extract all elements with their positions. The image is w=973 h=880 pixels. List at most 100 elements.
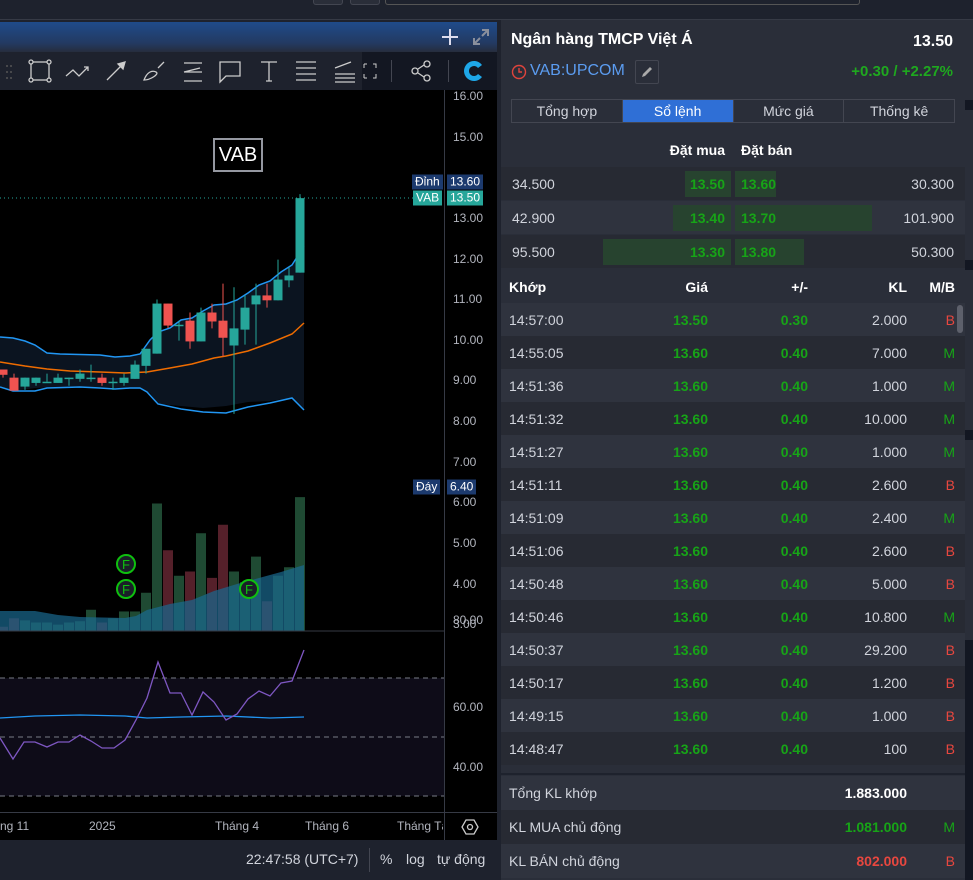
trade-row[interactable]: 14:50:37 13.60 0.40 29.200 B (501, 633, 965, 666)
tab-order-book[interactable]: Sổ lệnh (622, 100, 734, 122)
fullscreen-icon[interactable] (362, 63, 378, 79)
summary-value: 1.081.000 (844, 819, 907, 835)
col-price: Giá (685, 278, 708, 295)
percent-toggle[interactable]: % (380, 851, 392, 867)
sell-header: Đặt bán (741, 142, 793, 158)
trade-change: 0.40 (780, 476, 808, 493)
divider (369, 848, 370, 872)
price-tick: 10.00 (453, 333, 484, 347)
high-tag-label: Đỉnh (412, 174, 443, 190)
trade-price: 13.60 (672, 707, 708, 724)
pencil-icon (642, 67, 652, 77)
sell-price[interactable]: 13.70 (741, 210, 776, 226)
brand-logo-icon[interactable] (462, 59, 486, 83)
candle-body (108, 381, 118, 384)
trade-row[interactable]: 14:57:00 13.50 0.30 2.000 B (501, 303, 965, 336)
trade-row[interactable]: 14:51:32 13.60 0.40 10.000 M (501, 402, 965, 435)
side-tab[interactable] (965, 270, 973, 430)
top-bar (0, 0, 973, 20)
tab-price-levels[interactable]: Mức giá (734, 100, 845, 122)
share-icon[interactable] (410, 60, 432, 82)
auto-toggle[interactable]: tự động (437, 851, 485, 867)
settings-icon[interactable] (461, 818, 479, 836)
trade-time: 14:48:47 (509, 740, 564, 757)
order-book-row[interactable]: 42.900 13.40 13.70 101.900 (501, 201, 965, 234)
panel-tabs: Tổng hợp Sổ lệnh Mức giá Thống kê (511, 99, 955, 123)
trade-change: 0.40 (780, 740, 808, 757)
time-tick: 2025 (89, 819, 116, 833)
trades-header: Khớp Giá +/- KL M/B (501, 270, 965, 303)
candle-body (31, 377, 41, 383)
trade-side: M (943, 608, 955, 625)
chart-canvas[interactable]: F F F (0, 90, 444, 812)
side-tab[interactable] (965, 110, 973, 260)
trade-side: B (945, 311, 955, 328)
top-button[interactable] (313, 0, 343, 5)
edit-button[interactable] (635, 60, 659, 84)
time-tick: Tháng 4 (215, 819, 260, 833)
trade-row[interactable]: 14:51:09 13.60 0.40 2.400 M (501, 501, 965, 534)
trade-row[interactable]: 14:49:15 13.60 0.40 1.000 B (501, 699, 965, 732)
brush-tool-icon[interactable] (141, 58, 167, 84)
plus-icon[interactable] (441, 28, 459, 46)
trade-row[interactable]: 14:51:06 13.60 0.40 2.600 B (501, 534, 965, 567)
pitchfork-tool-icon[interactable] (331, 58, 357, 84)
trade-time: 14:57:00 (509, 311, 564, 328)
price-axis[interactable]: 16.00 15.00 13.00 12.00 11.00 10.00 9.00… (444, 89, 497, 812)
stock-panel: Ngân hàng TMCP Việt Á 13.50 VAB:UPCOM +0… (501, 20, 965, 880)
side-tab[interactable] (965, 20, 973, 100)
scrollbar[interactable] (957, 305, 963, 333)
candle-body (262, 295, 272, 301)
trade-row[interactable]: 14:55:05 13.60 0.40 7.000 M (501, 336, 965, 369)
sell-volume: 50.300 (911, 243, 954, 260)
trade-volume: 10.800 (864, 608, 907, 625)
time-tick: ng 11 (0, 819, 30, 833)
time-axis[interactable]: ng 11 2025 Tháng 4 Tháng 6 Tháng Tá (0, 812, 497, 841)
symbol-link[interactable]: VAB:UPCOM (530, 62, 625, 80)
expand-icon[interactable] (471, 27, 491, 47)
trade-time: 14:50:48 (509, 575, 564, 592)
clock-icon (511, 64, 527, 80)
trade-row[interactable]: 14:51:36 13.60 0.40 1.000 M (501, 369, 965, 402)
candle-body (9, 377, 19, 391)
drag-handle-icon[interactable] (5, 64, 13, 80)
top-button[interactable] (350, 0, 380, 5)
price-tick: 5.00 (453, 536, 477, 550)
buy-price[interactable]: 13.30 (690, 244, 725, 260)
sell-price[interactable]: 13.80 (741, 244, 776, 260)
buy-price[interactable]: 13.50 (690, 176, 725, 192)
lines-tool-icon[interactable] (293, 58, 319, 84)
trade-row[interactable]: 14:50:17 13.60 0.40 1.200 B (501, 666, 965, 699)
buy-price[interactable]: 13.40 (690, 210, 725, 226)
divider (448, 60, 449, 82)
order-book-row[interactable]: 95.500 13.30 13.80 50.300 (501, 235, 965, 268)
rectangle-tool-icon[interactable] (27, 58, 53, 84)
summary-side: B (945, 853, 955, 869)
buy-volume: 95.500 (512, 243, 555, 260)
fib-tool-icon[interactable] (178, 58, 204, 84)
trade-row[interactable]: 14:51:11 13.60 0.40 2.600 B (501, 468, 965, 501)
trade-volume: 1.000 (871, 443, 907, 460)
price-tick: 6.00 (453, 495, 477, 509)
trade-side: B (945, 641, 955, 658)
candle-body (53, 377, 63, 383)
chart-area[interactable]: F F F VAB (0, 90, 444, 812)
trade-row[interactable]: 14:51:27 13.60 0.40 1.000 M (501, 435, 965, 468)
arrow-tool-icon[interactable] (103, 58, 129, 84)
trade-price: 13.60 (672, 740, 708, 757)
sell-price[interactable]: 13.60 (741, 176, 776, 192)
comment-tool-icon[interactable] (217, 58, 243, 84)
search-input[interactable] (385, 0, 860, 5)
path-tool-icon[interactable] (64, 58, 90, 84)
trade-row[interactable]: 14:50:48 13.60 0.40 5.000 B (501, 567, 965, 600)
tab-statistics[interactable]: Thống kê (844, 100, 954, 122)
side-tab[interactable] (965, 440, 973, 640)
trade-row[interactable]: 14:50:46 13.60 0.40 10.800 M (501, 600, 965, 633)
candle-body (229, 328, 239, 346)
trade-row[interactable]: 14:48:47 13.60 0.40 100 B (501, 732, 965, 765)
candle-body (119, 377, 129, 383)
tab-summary[interactable]: Tổng hợp (512, 100, 623, 122)
text-tool-icon[interactable] (256, 58, 282, 84)
log-toggle[interactable]: log (406, 851, 425, 867)
order-book-row[interactable]: 34.500 13.50 13.60 30.300 (501, 167, 965, 200)
